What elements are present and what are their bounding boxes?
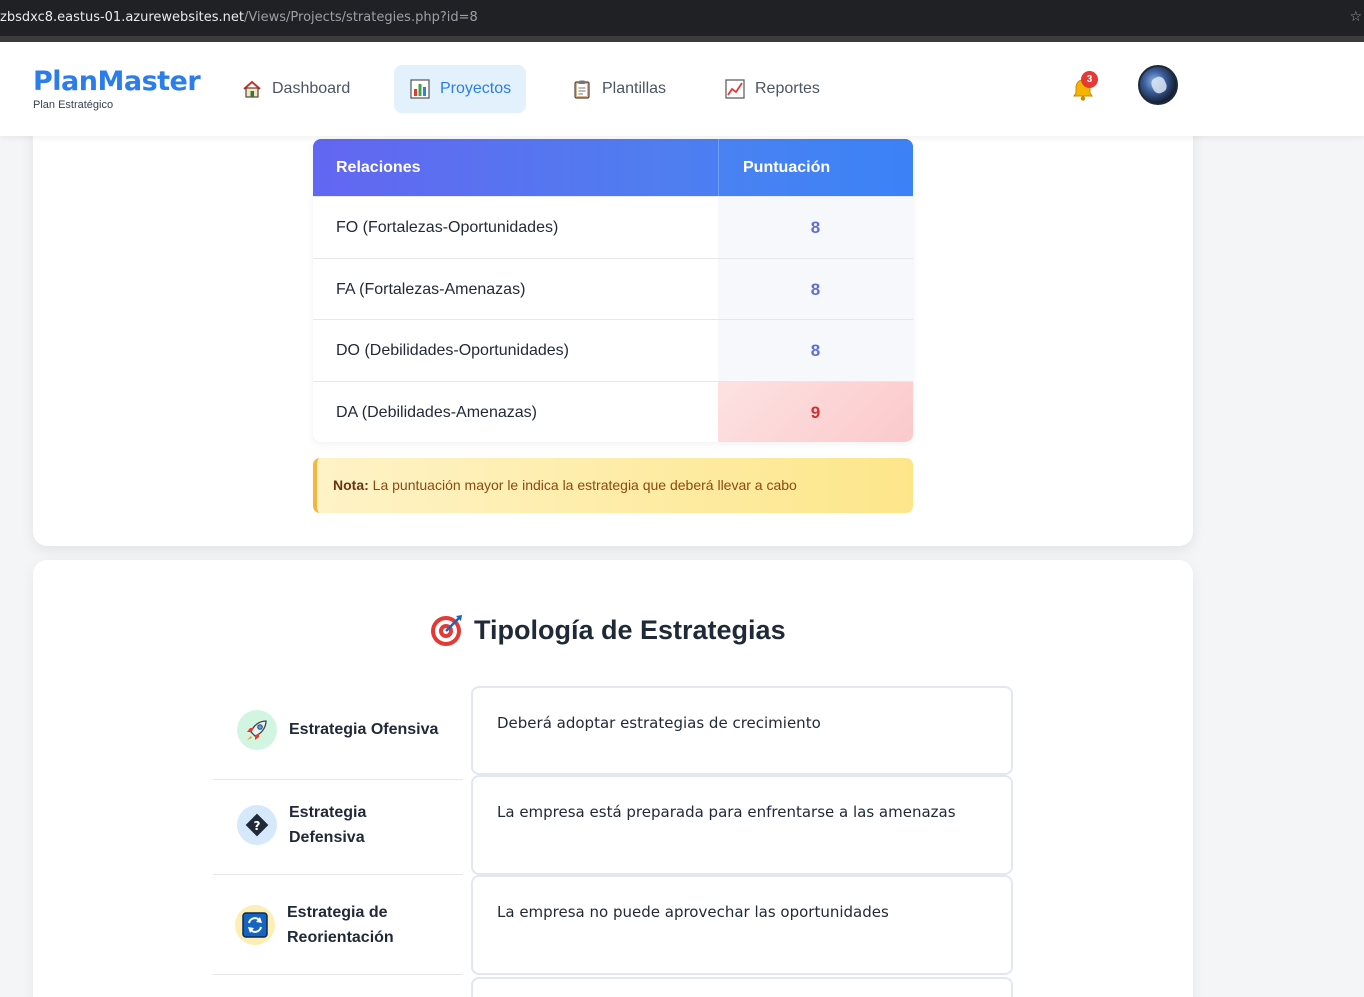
notification-count-badge: 3 — [1081, 71, 1098, 88]
line-chart-icon — [725, 79, 745, 99]
highest-score-cell: 9 — [718, 381, 913, 442]
strategy-defensive-description: La empresa está preparada para enfrentar… — [471, 775, 1013, 875]
bar-chart-icon — [410, 79, 430, 99]
note-text: La puntuación mayor le indica la estrate… — [372, 477, 797, 493]
strategy-offensive-label: Estrategia Ofensiva — [289, 717, 438, 742]
header-score: Puntuación — [718, 139, 913, 196]
strategy-name: Estrategia — [289, 803, 367, 821]
refresh-icon — [235, 904, 275, 945]
bookmark-star-icon[interactable]: ☆ — [1349, 9, 1362, 25]
score-note: Nota: La puntuación mayor le indica la e… — [313, 458, 913, 513]
url-text[interactable]: zbsdxc8.eastus-01.azurewebsites.net/View… — [0, 10, 478, 25]
brand-logo[interactable]: PlanMaster Plan Estratégico — [33, 66, 201, 111]
score-cell: 8 — [718, 320, 913, 381]
url-host: zbsdxc8.eastus-01.azurewebsites.net — [0, 10, 245, 25]
relation-cell: FO (Fortalezas-Oportunidades) — [336, 219, 559, 236]
typology-heading: Tipología de Estrategias — [430, 612, 786, 648]
strategy-offensive: Estrategia Ofensiva — [213, 680, 463, 780]
strategy-next-description — [471, 977, 1013, 997]
relation-cell: DA (Debilidades-Amenazas) — [336, 403, 537, 421]
nav-dashboard-label: Dashboard — [272, 80, 351, 97]
typology-title: Tipología de Estrategias — [474, 614, 786, 645]
strategy-name-line2: Reorientación — [287, 928, 394, 946]
strategy-score-table: Relaciones Puntuación FO (Fortalezas-Opo… — [313, 139, 913, 442]
strategy-offensive-description: Deberá adoptar estrategias de crecimient… — [471, 686, 1013, 775]
url-path: /Views/Projects/strategies.php?id=8 — [244, 10, 478, 25]
house-icon — [242, 79, 262, 99]
user-avatar[interactable] — [1138, 65, 1178, 105]
table-row: DO (Debilidades-Oportunidades) 8 — [313, 319, 913, 381]
strategy-name: Estrategia Ofensiva — [289, 721, 439, 738]
target-icon — [430, 613, 464, 647]
nav-proyectos-label: Proyectos — [440, 80, 512, 97]
clipboard-icon — [572, 79, 592, 99]
strategy-reorientation-description: La empresa no puede aprovechar las oport… — [471, 875, 1013, 975]
score-cell: 8 — [718, 197, 913, 258]
table-row: FA (Fortalezas-Amenazas) 8 — [313, 257, 913, 319]
table-row: FO (Fortalezas-Oportunidades) 8 — [313, 196, 913, 258]
score-cell: 8 — [718, 258, 913, 319]
strategy-name-line2: Defensiva — [289, 828, 365, 846]
top-navbar: PlanMaster Plan Estratégico Dashboard Pr… — [0, 42, 1364, 136]
strategy-defensive-label: Estrategia Defensiva — [289, 800, 366, 850]
browser-address-bar[interactable]: zbsdxc8.eastus-01.azurewebsites.net/View… — [0, 0, 1364, 36]
nav-reportes[interactable]: Reportes — [709, 65, 836, 113]
table-header: Relaciones Puntuación — [313, 139, 913, 196]
note-label: Nota: — [333, 477, 369, 493]
brand-title: PlanMaster — [33, 66, 201, 97]
shield-diamond-icon: ? — [237, 804, 277, 845]
strategy-name: Estrategia de — [287, 903, 388, 921]
svg-text:?: ? — [254, 819, 261, 833]
relation-cell: FA (Fortalezas-Amenazas) — [336, 280, 526, 298]
strategy-reorientation-label: Estrategia de Reorientación — [287, 900, 394, 950]
strategy-reorientation: Estrategia de Reorientación — [213, 875, 463, 975]
nav-plantillas[interactable]: Plantillas — [556, 65, 682, 113]
nav-proyectos[interactable]: Proyectos — [394, 65, 526, 113]
rocket-icon — [237, 709, 277, 750]
nav-dashboard[interactable]: Dashboard — [226, 65, 366, 113]
table-row-highlighted: DA (Debilidades-Amenazas) 9 — [313, 380, 913, 442]
relation-cell: DO (Debilidades-Oportunidades) — [336, 342, 569, 359]
strategy-defensive: ? Estrategia Defensiva — [213, 775, 463, 875]
header-relations: Relaciones — [336, 159, 421, 176]
nav-reportes-label: Reportes — [755, 80, 820, 97]
brand-subtitle: Plan Estratégico — [33, 99, 114, 111]
nav-plantillas-label: Plantillas — [602, 80, 667, 97]
